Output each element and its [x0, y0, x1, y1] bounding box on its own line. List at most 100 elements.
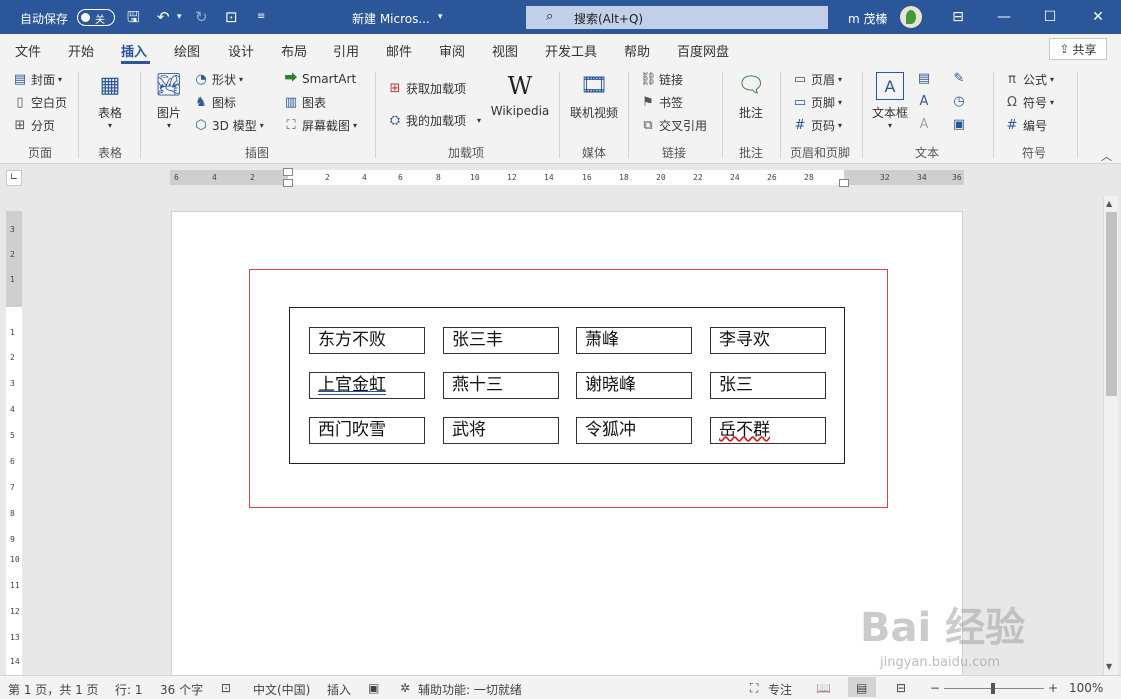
name-box[interactable]: 东方不败 [309, 327, 425, 354]
undo-icon[interactable]: ↶ [157, 8, 170, 26]
language[interactable]: 中文(中国) [253, 681, 310, 698]
minimize-icon[interactable]: — [981, 0, 1027, 34]
drop-cap-icon[interactable]: A [916, 117, 932, 133]
vertical-scrollbar[interactable]: ▲ ▼ [1103, 196, 1118, 675]
wordart-icon[interactable]: A [916, 94, 932, 110]
header-button[interactable]: ▭ 页眉 ▾ [792, 71, 842, 88]
tab-insert[interactable]: 插入 [121, 41, 147, 60]
screenshot-button[interactable]: ⛶ 屏幕截图 ▾ [283, 117, 357, 134]
my-addins-button[interactable]: ⛭ 我的加载项 ▾ [387, 112, 481, 129]
zoom-slider-thumb[interactable] [991, 683, 995, 694]
zoom-out-icon[interactable]: − [930, 681, 940, 695]
name-box[interactable]: 张三 [710, 372, 826, 399]
equation-button[interactable]: π 公式 ▾ [1004, 71, 1054, 88]
name-box[interactable]: 上官金虹 [309, 372, 425, 399]
symbol-button[interactable]: Ω 符号 ▾ [1004, 94, 1054, 111]
vertical-ruler[interactable]: 3 2 1 1 2 3 4 5 6 7 8 9 10 11 12 13 14 [6, 211, 22, 675]
bookmark-button[interactable]: ⚑ 书签 [640, 94, 683, 111]
picture-button[interactable]: 🏞 图片 ▾ [150, 72, 188, 130]
ribbon-display-icon[interactable]: ⊟ [935, 0, 981, 34]
name-box[interactable]: 西门吹雪 [309, 417, 425, 444]
collapse-ribbon-icon[interactable]: ︿ [1101, 148, 1112, 164]
date-time-icon[interactable]: ◷ [951, 94, 967, 110]
name-box[interactable]: 岳不群 [710, 417, 826, 444]
tab-view[interactable]: 视图 [492, 41, 518, 60]
first-line-indent-marker[interactable] [283, 168, 293, 176]
scroll-up-icon[interactable]: ▲ [1106, 199, 1112, 208]
3d-model-button[interactable]: ⬡ 3D 模型 ▾ [193, 117, 263, 134]
tab-help[interactable]: 帮助 [624, 41, 650, 60]
web-layout-icon[interactable]: ⊟ [896, 681, 906, 695]
name-box[interactable]: 萧峰 [576, 327, 692, 354]
numbering-button[interactable]: # 编号 [1004, 117, 1047, 134]
tab-draw[interactable]: 绘图 [174, 41, 200, 60]
customize-toolbar-icon[interactable]: ≡ [257, 8, 265, 26]
read-mode-icon[interactable]: 📖 [816, 681, 831, 695]
line-number[interactable]: 行: 1 [115, 681, 143, 698]
shapes-button[interactable]: ◔ 形状 ▾ [193, 71, 243, 88]
title-dropdown-icon[interactable]: ▾ [438, 12, 443, 22]
right-indent-marker[interactable] [839, 179, 849, 187]
scroll-thumb[interactable] [1106, 212, 1117, 396]
footer-button[interactable]: ▭ 页脚 ▾ [792, 94, 842, 111]
online-video-button[interactable]: 🎞 联机视频 [566, 72, 622, 121]
tab-layout[interactable]: 布局 [281, 41, 307, 60]
get-addins-button[interactable]: ⊞ 获取加载项 [387, 80, 466, 97]
blank-page-button[interactable]: ▯ 空白页 [12, 94, 67, 111]
undo-dropdown-icon[interactable]: ▾ [177, 8, 182, 26]
name-box[interactable]: 谢晓峰 [576, 372, 692, 399]
table-button[interactable]: ▦ 表格 ▾ [88, 72, 132, 130]
object-icon[interactable]: ▣ [951, 117, 967, 133]
hanging-indent-marker[interactable] [283, 179, 293, 187]
insert-mode[interactable]: 插入 [327, 681, 351, 698]
tab-mailings[interactable]: 邮件 [386, 41, 412, 60]
smartart-button[interactable]: ⮕ SmartArt [283, 71, 356, 87]
tab-baidu-netdisk[interactable]: 百度网盘 [677, 41, 729, 60]
word-count[interactable]: 36 个字 [160, 681, 203, 698]
touch-mode-icon[interactable]: ⊡ [225, 8, 238, 26]
share-button[interactable]: ⇪ 共享 [1049, 38, 1107, 60]
autosave-toggle[interactable]: 关 [77, 9, 115, 26]
tab-file[interactable]: 文件 [15, 41, 41, 60]
scroll-down-icon[interactable]: ▼ [1106, 662, 1112, 671]
print-layout-icon[interactable]: ▤ [856, 681, 867, 695]
zoom-in-icon[interactable]: + [1048, 681, 1058, 695]
page-count[interactable]: 第 1 页，共 1 页 [8, 681, 99, 698]
tab-home[interactable]: 开始 [68, 41, 94, 60]
icons-button[interactable]: ♞ 图标 [193, 94, 236, 111]
tab-design[interactable]: 设计 [228, 41, 254, 60]
name-box[interactable]: 令狐冲 [576, 417, 692, 444]
save-icon[interactable]: 🖫 [127, 8, 140, 26]
name-box[interactable]: 武将 [443, 417, 559, 444]
proofing-icon[interactable]: ⊡ [221, 681, 231, 695]
horizontal-ruler[interactable]: 6 4 2 2 4 6 8 10 12 14 16 18 20 22 24 26… [170, 168, 964, 187]
redo-icon[interactable]: ↻ [195, 8, 208, 26]
page-number-button[interactable]: # 页码 ▾ [792, 117, 842, 134]
name-box[interactable]: 燕十三 [443, 372, 559, 399]
quick-parts-icon[interactable]: ▤ [916, 71, 932, 87]
avatar[interactable] [900, 6, 922, 28]
tab-developer[interactable]: 开发工具 [545, 41, 597, 60]
page-break-button[interactable]: ⊞ 分页 [12, 117, 55, 134]
search-box[interactable]: ⌕ 搜索(Alt+Q) [526, 6, 828, 29]
cover-page-button[interactable]: ▤ 封面 ▾ [12, 71, 62, 88]
comment-button[interactable]: 🗨 批注 [732, 72, 770, 121]
tab-selector[interactable]: ∟ [6, 170, 22, 186]
maximize-icon[interactable]: ☐ [1027, 0, 1073, 34]
chart-button[interactable]: ▥ 图表 [283, 94, 326, 111]
tab-references[interactable]: 引用 [333, 41, 359, 60]
textbox-button[interactable]: A 文本框 ▾ [868, 72, 912, 130]
zoom-level[interactable]: 100% [1069, 681, 1103, 695]
focus-mode[interactable]: 专注 [768, 681, 792, 698]
accessibility-status[interactable]: 辅助功能: 一切就绪 [418, 681, 522, 698]
macro-icon[interactable]: ▣ [368, 681, 379, 695]
user-name[interactable]: m 茂榛 [848, 10, 888, 27]
cross-reference-button[interactable]: ⧉ 交叉引用 [640, 117, 707, 134]
close-icon[interactable]: ✕ [1075, 0, 1121, 34]
document-title[interactable]: 新建 Micros... [352, 10, 430, 27]
signature-line-icon[interactable]: ✎ [951, 71, 967, 87]
link-button[interactable]: ⛓ 链接 [640, 71, 683, 88]
name-box[interactable]: 李寻欢 [710, 327, 826, 354]
wikipedia-button[interactable]: W Wikipedia [488, 72, 552, 118]
tab-review[interactable]: 审阅 [439, 41, 465, 60]
